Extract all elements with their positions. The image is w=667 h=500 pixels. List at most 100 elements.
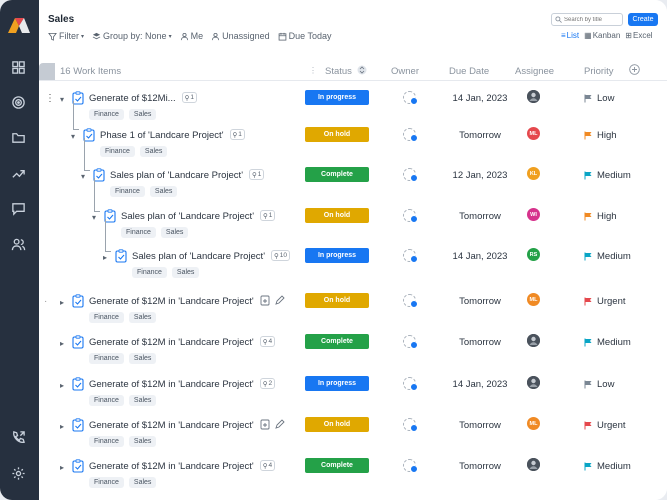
tag-chip[interactable]: Finance — [89, 109, 124, 120]
edit-pencil-icon[interactable] — [274, 419, 285, 430]
table-row[interactable]: ▾ Phase 1 of 'Landcare Project' ⚲ 1 Finance S… — [39, 124, 667, 164]
assignee-column-header[interactable]: Assignee — [515, 66, 554, 77]
chat-icon[interactable] — [10, 200, 26, 216]
status-badge[interactable]: In progress — [305, 90, 369, 105]
assignee-avatar[interactable] — [527, 90, 540, 103]
subtask-count-badge[interactable]: ⚲ 1 — [260, 210, 276, 221]
assignee-avatar[interactable]: ML — [527, 293, 540, 306]
status-badge[interactable]: In progress — [305, 248, 369, 263]
table-row[interactable]: ⋮ ▾ Generate of $12Mi... ⚲ 1 Finance Sales In p… — [39, 87, 667, 127]
expand-chevron-icon[interactable]: ▾ — [92, 213, 96, 222]
priority-indicator[interactable]: High — [584, 211, 617, 222]
expand-chevron-icon[interactable]: ▾ — [71, 132, 75, 141]
status-badge[interactable]: Complete — [305, 167, 369, 182]
due-date[interactable]: 14 Jan, 2023 — [448, 251, 512, 262]
tag-chip[interactable]: Sales — [128, 436, 157, 447]
users-icon[interactable] — [10, 236, 26, 252]
tag-chip[interactable]: Sales — [149, 186, 178, 197]
due-date[interactable]: Tomorrow — [448, 296, 512, 307]
status-badge[interactable]: Complete — [305, 334, 369, 349]
due-date[interactable]: 14 Jan, 2023 — [448, 379, 512, 390]
owner-add-avatar[interactable] — [403, 91, 418, 105]
due-date[interactable]: 14 Jan, 2023 — [448, 93, 512, 104]
tag-chip[interactable]: Sales — [128, 312, 157, 323]
sort-icon[interactable] — [357, 65, 367, 78]
drag-handle-icon[interactable]: · — [44, 296, 47, 307]
tag-chip[interactable]: Sales — [128, 353, 157, 364]
tag-chip[interactable]: Sales — [128, 109, 157, 120]
task-title[interactable]: Generate of $12M in 'Landcare Project' — [89, 379, 254, 390]
tag-chip[interactable]: Sales — [160, 227, 189, 238]
priority-indicator[interactable]: Low — [584, 93, 614, 104]
expand-chevron-icon[interactable]: ▸ — [60, 298, 64, 307]
expand-chevron-icon[interactable]: ▾ — [81, 172, 85, 181]
unassigned-filter-button[interactable]: Unassigned — [211, 31, 270, 41]
assignee-avatar[interactable]: ML — [527, 417, 540, 430]
me-filter-button[interactable]: Me — [180, 31, 203, 41]
assignee-avatar[interactable]: ML — [527, 127, 540, 140]
status-badge[interactable]: On hold — [305, 417, 369, 432]
table-row[interactable]: ▸ Generate of $12M in 'Landcare Project' ⚲… — [39, 373, 667, 413]
table-row[interactable]: · ▸ Generate of $12M in 'Landcare Project'… — [39, 290, 667, 330]
due-date[interactable]: Tomorrow — [448, 337, 512, 348]
subtask-count-badge[interactable]: ⚲ 1 — [229, 129, 245, 140]
subtask-count-badge[interactable]: ⚲ 10 — [271, 250, 291, 261]
owner-add-avatar[interactable] — [403, 294, 418, 308]
subtask-count-badge[interactable]: ⚲ 1 — [249, 169, 265, 180]
view-list-button[interactable]: ≡ List — [561, 31, 579, 40]
expand-chevron-icon[interactable]: ▸ — [60, 422, 64, 431]
add-subtask-icon[interactable] — [260, 419, 271, 430]
drag-handle-icon[interactable]: ⋮ — [45, 93, 55, 104]
trending-icon[interactable] — [10, 165, 26, 181]
priority-indicator[interactable]: Medium — [584, 251, 631, 262]
assignee-avatar[interactable]: WI — [527, 208, 540, 221]
priority-column-header[interactable]: Priority — [584, 66, 614, 77]
drag-handle-icon[interactable]: ⋮ — [309, 66, 317, 75]
tag-chip[interactable]: Finance — [132, 267, 167, 278]
priority-indicator[interactable]: High — [584, 130, 617, 141]
assignee-avatar[interactable] — [527, 376, 540, 389]
add-column-icon[interactable] — [629, 64, 640, 78]
tag-chip[interactable]: Finance — [89, 477, 124, 488]
assignee-avatar[interactable]: KL — [527, 167, 540, 180]
priority-indicator[interactable]: Medium — [584, 170, 631, 181]
phone-forward-icon[interactable] — [10, 429, 26, 445]
owner-add-avatar[interactable] — [403, 168, 418, 182]
dashboard-icon[interactable] — [10, 59, 26, 75]
folder-icon[interactable] — [10, 129, 26, 145]
owner-add-avatar[interactable] — [403, 418, 418, 432]
task-title[interactable]: Generate of $12M in 'Landcare Project' — [89, 296, 254, 307]
subtask-count-badge[interactable]: ⚲ 4 — [259, 336, 276, 347]
expand-chevron-icon[interactable]: ▸ — [60, 463, 64, 472]
owner-add-avatar[interactable] — [403, 249, 418, 263]
due-date[interactable]: Tomorrow — [448, 211, 512, 222]
tag-chip[interactable]: Finance — [89, 312, 124, 323]
assignee-avatar[interactable] — [527, 334, 540, 347]
search-box[interactable] — [551, 13, 623, 26]
expand-chevron-icon[interactable]: ▸ — [60, 381, 64, 390]
due-date-column-header[interactable]: Due Date — [449, 66, 489, 77]
due-date[interactable]: Tomorrow — [448, 461, 512, 472]
table-row[interactable]: ▸ Generate of $12M in 'Landcare Project' ⚲… — [39, 455, 667, 495]
tag-chip[interactable]: Finance — [121, 227, 156, 238]
status-badge[interactable]: Complete — [305, 458, 369, 473]
task-title[interactable]: Sales plan of 'Landcare Project' — [110, 170, 243, 181]
task-title[interactable]: Sales plan of 'Landcare Project' — [132, 251, 265, 262]
subtask-count-badge[interactable]: ⚲ 1 — [181, 92, 197, 103]
tag-chip[interactable]: Finance — [89, 353, 124, 364]
status-column-header[interactable]: Status — [325, 66, 352, 77]
priority-indicator[interactable]: Medium — [584, 461, 631, 472]
owner-add-avatar[interactable] — [403, 335, 418, 349]
status-badge[interactable]: On hold — [305, 293, 369, 308]
status-badge[interactable]: On hold — [305, 208, 369, 223]
expand-chevron-icon[interactable]: ▸ — [60, 339, 64, 348]
add-subtask-icon[interactable] — [260, 295, 271, 306]
priority-indicator[interactable]: Medium — [584, 337, 631, 348]
tag-chip[interactable]: Finance — [100, 146, 135, 157]
owner-add-avatar[interactable] — [403, 128, 418, 142]
status-badge[interactable]: In progress — [305, 376, 369, 391]
owner-add-avatar[interactable] — [403, 459, 418, 473]
subtask-count-badge[interactable]: ⚲ 2 — [259, 378, 276, 389]
task-title[interactable]: Generate of $12M in 'Landcare Project' — [89, 420, 254, 431]
tag-chip[interactable]: Sales — [171, 267, 200, 278]
